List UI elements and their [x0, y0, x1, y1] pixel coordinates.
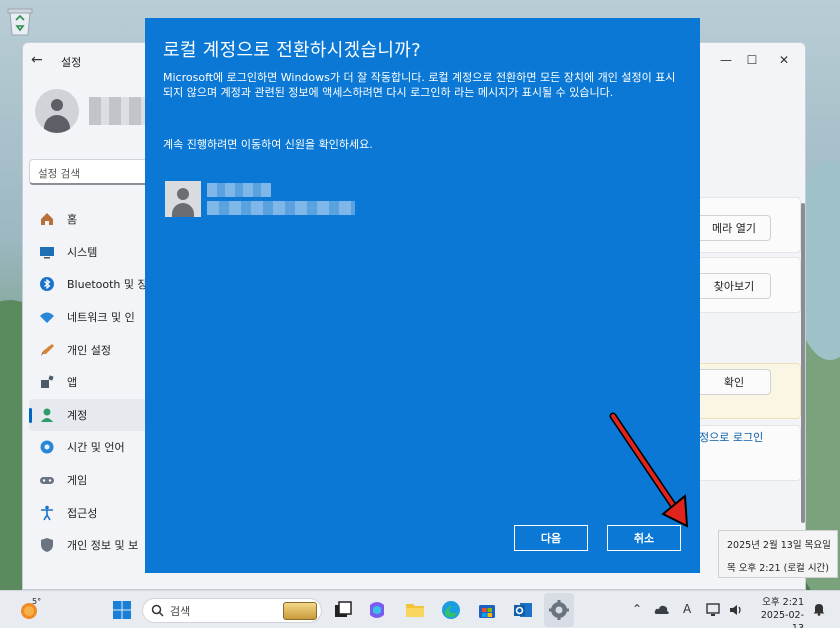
- copilot-icon[interactable]: [366, 599, 388, 621]
- blurred-username: [89, 97, 149, 125]
- confirm-button[interactable]: 확인: [697, 369, 771, 395]
- file-explorer-icon[interactable]: [404, 599, 426, 621]
- accessibility-icon: [39, 505, 55, 521]
- wifi-icon: [39, 309, 55, 325]
- sidebar-item-label: 시스템: [67, 245, 98, 259]
- ime-indicator[interactable]: A: [683, 602, 691, 616]
- sidebar-item-label: 계정: [67, 408, 88, 422]
- avatar: [165, 181, 201, 217]
- volume-icon[interactable]: [728, 602, 744, 618]
- sidebar-item-label: 개인 설정: [67, 343, 111, 357]
- avatar: [35, 89, 79, 133]
- windows-start-icon[interactable]: [112, 600, 132, 620]
- apps-icon: [39, 374, 55, 390]
- dialog-description: Microsoft에 로그인하면 Windows가 더 잘 작동합니다. 로컬 …: [163, 71, 676, 99]
- annotation-arrow-icon: [609, 412, 689, 528]
- onedrive-cloud-icon[interactable]: [654, 602, 670, 618]
- sidebar-item-label: 게임: [67, 474, 88, 488]
- network-icon[interactable]: [706, 602, 722, 618]
- sidebar-item-label: 개인 정보 및 보: [67, 539, 139, 553]
- maximize-button[interactable]: ☐: [739, 49, 765, 71]
- recycle-bin-icon[interactable]: [4, 4, 36, 38]
- open-camera-button[interactable]: 메라 열기: [697, 215, 771, 241]
- home-icon: [39, 211, 55, 227]
- sidebar-item-label: 네트워크 및 인: [67, 311, 135, 325]
- weather-temp: 5°: [32, 597, 42, 606]
- blurred-account-info: [207, 183, 355, 215]
- window-title: 설정: [61, 56, 82, 69]
- sidebar-item-label: 접근성: [67, 506, 98, 520]
- microsoft-store-icon[interactable]: [476, 599, 498, 621]
- sidebar-item-label: Bluetooth 및 장: [67, 278, 148, 292]
- notification-bell-icon[interactable]: [812, 602, 826, 616]
- gamepad-icon: [39, 472, 55, 488]
- outlook-icon[interactable]: [512, 599, 534, 621]
- sidebar-item-label: 앱: [67, 376, 78, 390]
- search-highlight-icon: [283, 602, 317, 620]
- dialog-title: 로컬 계정으로 전환하시겠습니까?: [163, 40, 421, 61]
- tooltip-time: 목 오후 2:21 (로컬 시간): [727, 563, 830, 574]
- sidebar-item-label: 홈: [67, 213, 78, 227]
- account-row: [165, 181, 355, 217]
- search-placeholder: 검색: [170, 604, 191, 618]
- taskbar-clock[interactable]: 오후 2:21 2025-02-13: [754, 596, 804, 628]
- globe-icon: [39, 439, 55, 455]
- clock-date: 2025-02-13: [760, 610, 804, 628]
- taskbar: 5° 검색 ⌃ A 오후 2:21 2025-02-: [0, 590, 840, 628]
- taskbar-search-input[interactable]: 검색: [142, 598, 322, 623]
- clock-tooltip: 2025년 2월 13일 목요일 목 오후 2:21 (로컬 시간): [718, 530, 838, 578]
- sidebar-item-label: 시간 및 언어: [67, 441, 125, 455]
- brush-icon: [39, 342, 55, 358]
- search-icon: [151, 604, 164, 617]
- next-button[interactable]: 다음: [513, 524, 589, 552]
- minimize-button[interactable]: —: [713, 49, 739, 71]
- clock-time: 오후 2:21: [762, 597, 804, 608]
- account-icon: [39, 407, 55, 423]
- close-button[interactable]: ✕: [771, 49, 797, 71]
- shield-icon: [39, 537, 55, 553]
- monitor-icon: [39, 244, 55, 260]
- edge-browser-icon[interactable]: [440, 599, 462, 621]
- task-view-icon[interactable]: [332, 599, 354, 621]
- back-arrow-icon[interactable]: ←: [31, 52, 47, 68]
- cancel-button[interactable]: 취소: [607, 525, 681, 551]
- browse-files-button[interactable]: 찾아보기: [697, 273, 771, 299]
- search-placeholder: 설정 검색: [38, 168, 80, 180]
- tooltip-date: 2025년 2월 13일 목요일: [727, 540, 831, 551]
- settings-gear-icon[interactable]: [548, 599, 570, 621]
- switch-to-local-account-dialog: 로컬 계정으로 전환하시겠습니까? Microsoft에 로그인하면 Windo…: [145, 18, 700, 573]
- scrollbar[interactable]: [801, 203, 805, 523]
- chevron-up-icon[interactable]: ⌃: [632, 602, 642, 616]
- local-account-login-link[interactable]: 정으로 로그인: [699, 429, 763, 445]
- dialog-instruction: 계속 진행하려면 이동하여 신원을 확인하세요.: [163, 138, 373, 151]
- bluetooth-icon: [39, 276, 55, 292]
